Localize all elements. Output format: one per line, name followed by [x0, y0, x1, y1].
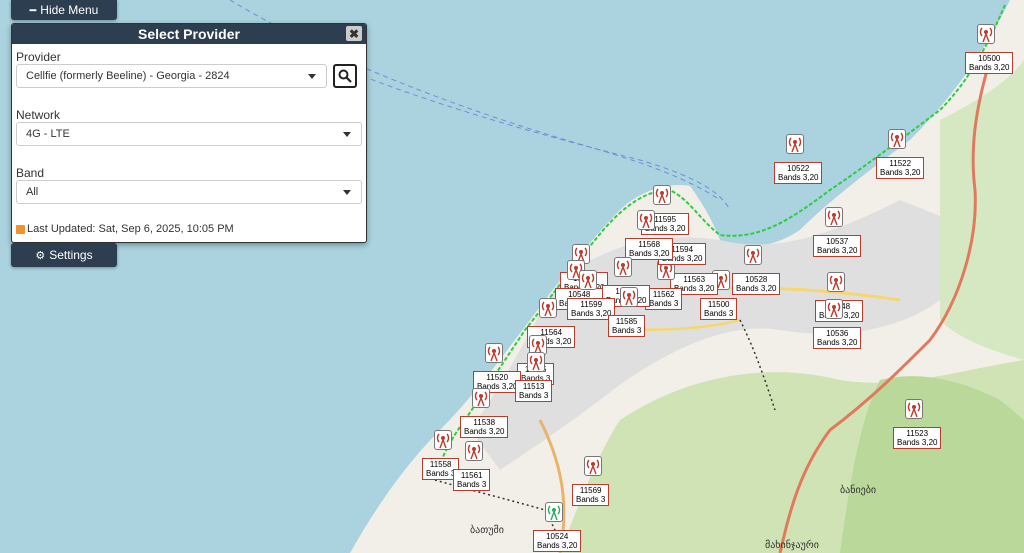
hide-menu-button[interactable]: ━ Hide Menu [11, 0, 117, 20]
tower-label[interactable]: 10528 Bands 3,20 [732, 273, 781, 295]
tower-label[interactable]: 10522 Bands 3,20 [774, 162, 823, 184]
tower-label[interactable]: 10500 Bands 3,20 [965, 52, 1014, 74]
map-place-label: მახინჯაური [765, 540, 819, 551]
tower-icon[interactable] [827, 272, 845, 292]
last-updated-text: Last Updated: Sat, Sep 6, 2025, 10:05 PM [27, 223, 234, 235]
tower-icon[interactable] [888, 129, 906, 149]
chevron-down-icon [343, 132, 351, 137]
network-select[interactable]: 4G - LTE [16, 122, 362, 146]
tower-label[interactable]: 11513 Bands 3 [515, 380, 553, 402]
tower-icon[interactable] [584, 456, 602, 476]
tower-label[interactable]: 11500 Bands 3 [700, 298, 738, 320]
tower-label[interactable]: 11538 Bands 3,20 [460, 416, 509, 438]
tower-icon[interactable] [653, 185, 671, 205]
band-label: Band [16, 166, 45, 180]
settings-button[interactable]: ⚙ Settings [11, 243, 117, 267]
tower-label[interactable]: 11523 Bands 3,20 [893, 427, 942, 449]
network-select-value: 4G - LTE [26, 128, 70, 140]
chevron-down-icon [308, 74, 316, 79]
tower-icon[interactable] [637, 210, 655, 230]
provider-label: Provider [16, 50, 61, 64]
tower-icon[interactable] [620, 287, 638, 307]
tower-label[interactable]: 10524 Bands 3,20 [533, 530, 582, 552]
tower-icon[interactable] [825, 207, 843, 227]
tower-icon[interactable] [472, 388, 490, 408]
tower-icon[interactable] [434, 430, 452, 450]
gear-icon: ⚙ [35, 249, 46, 262]
last-updated: Last Updated: Sat, Sep 6, 2025, 10:05 PM [16, 223, 234, 235]
search-icon [338, 69, 352, 83]
network-label: Network [16, 108, 61, 122]
tower-label[interactable]: 11568 Bands 3,20 [625, 238, 674, 260]
band-select-value: All [26, 186, 39, 198]
tower-icon[interactable] [825, 299, 843, 319]
tower-icon[interactable] [579, 270, 597, 290]
tower-label[interactable]: 10537 Bands 3,20 [813, 235, 862, 257]
chevron-down-icon [343, 190, 351, 195]
tower-icon[interactable] [465, 441, 483, 461]
tower-label[interactable]: 11562 Bands 3 [645, 288, 683, 310]
tower-icon[interactable] [527, 352, 545, 372]
tower-icon[interactable] [614, 257, 632, 277]
tower-icon[interactable] [977, 24, 995, 44]
settings-label: Settings [49, 248, 93, 262]
tower-label[interactable]: 11561 Bands 3 [453, 469, 491, 491]
tower-label[interactable]: 11522 Bands 3,20 [876, 157, 925, 179]
map-place-label: ბანიები [840, 485, 877, 496]
close-icon[interactable]: ✖ [346, 26, 362, 41]
map-place-label: ბათუმი [470, 525, 504, 536]
tower-label[interactable]: 11585 Bands 3 [608, 315, 646, 337]
minus-icon: ━ [29, 4, 37, 17]
tower-icon[interactable] [744, 245, 762, 265]
tower-icon[interactable] [485, 343, 503, 363]
band-select[interactable]: All [16, 180, 362, 204]
rss-icon [16, 224, 25, 234]
search-button[interactable] [333, 64, 357, 88]
tower-icon[interactable] [786, 134, 804, 154]
provider-select[interactable]: Cellfie (formerly Beeline) - Georgia - 2… [16, 64, 327, 88]
panel-header: Select Provider ✖ [12, 24, 366, 44]
select-provider-panel: Select Provider ✖ Provider Cellfie (form… [11, 23, 367, 243]
tower-icon[interactable] [539, 298, 557, 318]
provider-select-value: Cellfie (formerly Beeline) - Georgia - 2… [26, 70, 230, 82]
panel-title: Select Provider [138, 26, 240, 42]
tower-label[interactable]: 11569 Bands 3 [572, 484, 610, 506]
tower-label[interactable]: 10536 Bands 3,20 [813, 327, 862, 349]
tower-icon[interactable] [545, 502, 563, 522]
tower-icon[interactable] [905, 399, 923, 419]
hide-menu-label: Hide Menu [40, 3, 99, 17]
